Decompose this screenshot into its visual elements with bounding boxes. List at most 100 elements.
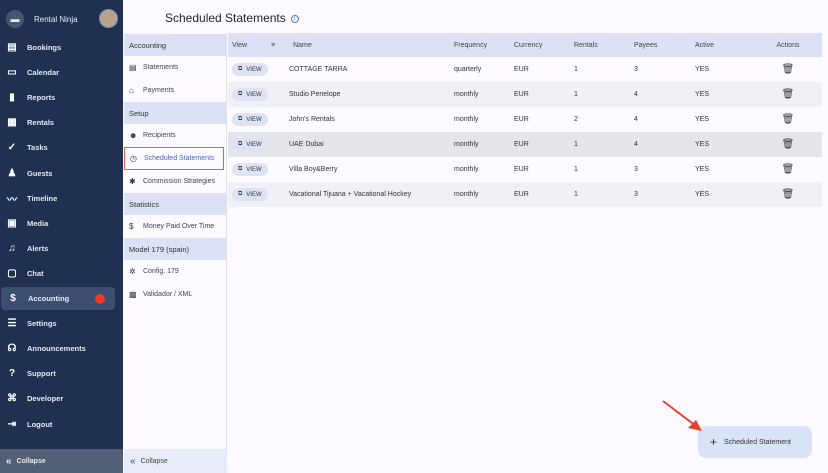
- header-label: Actions: [776, 41, 800, 49]
- nav-item-timeline[interactable]: 〰 Timeline: [0, 187, 123, 210]
- nav-item-calendar[interactable]: ▭ Calendar: [0, 61, 123, 84]
- nav-item-settings[interactable]: ☰ Settings: [0, 312, 123, 335]
- nav-label: Rentals: [27, 118, 55, 128]
- submenu-item-config-179[interactable]: ✲ Config. 179: [124, 260, 226, 283]
- open-external-icon: ⧉: [238, 116, 243, 122]
- column-header: Rentals: [574, 42, 634, 49]
- settings-icon: ☰: [7, 318, 17, 330]
- payments-icon: ⌂: [129, 86, 134, 95]
- nav-item-support[interactable]: ? Support: [0, 362, 123, 385]
- accounting-icon: $: [10, 293, 16, 304]
- validador-xml-icon: ▩: [129, 290, 137, 299]
- developer-icon: ⌘: [7, 393, 17, 405]
- table-row[interactable]: ⧉ VIEW COTTAGE TARRA quarterly EUR 1 3 YES 🗑: [228, 57, 822, 82]
- nav-item-announcements[interactable]: ☊ Announcements: [0, 337, 123, 360]
- collapse-label: Collapse: [16, 457, 46, 465]
- table-cell: monthly: [454, 116, 479, 123]
- nav-item-bookings[interactable]: ▤ Bookings: [0, 36, 123, 59]
- table-cell: Studio Penelope: [289, 91, 341, 98]
- view-button[interactable]: ⧉ VIEW: [232, 88, 268, 101]
- delete-trash-icon[interactable]: 🗑: [782, 89, 795, 100]
- table-row[interactable]: ⧉ VIEW Villa Boy&Berry monthly EUR 1 3 YES 🗑: [228, 157, 822, 182]
- nav-item-guests[interactable]: ♟ Guests: [0, 162, 123, 185]
- view-label: VIEW: [246, 116, 262, 123]
- nav-item-chat[interactable]: ▢ Chat: [0, 262, 123, 285]
- view-button[interactable]: ⧉ VIEW: [232, 63, 268, 76]
- info-icon[interactable]: i: [290, 14, 299, 23]
- chevrons-left-icon: «: [130, 455, 136, 467]
- table-row[interactable]: ⧉ VIEW Vacational Tijuana + Vacational Hoc…: [228, 182, 822, 207]
- submenu-label: Money Paid Over Time: [143, 223, 215, 230]
- nav-item-media[interactable]: ▣ Media: [0, 212, 123, 235]
- chat-icon: ▢: [7, 267, 17, 279]
- view-button[interactable]: ⧉ VIEW: [232, 163, 268, 176]
- submenu-collapse-button[interactable]: « Collapse: [124, 449, 227, 473]
- nav-item-developer[interactable]: ⌘ Developer: [0, 387, 123, 410]
- submenu-item-commission-strategies[interactable]: ✱ Commission Strategies: [124, 170, 226, 193]
- delete-trash-icon[interactable]: 🗑: [782, 164, 795, 175]
- delete-trash-icon[interactable]: 🗑: [782, 114, 795, 125]
- delete-trash-icon[interactable]: 🗑: [782, 64, 795, 75]
- table-cell: 4: [634, 91, 638, 98]
- nav-label: Logout: [27, 419, 53, 429]
- nav-item-reports[interactable]: ▮ Reports: [0, 86, 123, 109]
- view-button[interactable]: ⧉ VIEW: [232, 138, 268, 151]
- table-cell: monthly: [454, 141, 479, 148]
- open-external-icon: ⧉: [238, 166, 243, 172]
- table-cell: EUR: [514, 166, 529, 173]
- support-icon: ?: [8, 368, 16, 380]
- user-avatar[interactable]: [99, 9, 118, 28]
- sidebar-collapse-button[interactable]: « Collapse: [0, 449, 123, 473]
- header-label: Payees: [634, 41, 658, 49]
- scheduled-statements-table: View ≡ Name Frequency Currency Rentals Payees A…: [228, 33, 822, 207]
- table-cell: 1: [574, 91, 578, 98]
- fab-label: Scheduled Statement: [724, 438, 791, 446]
- submenu-item-money-paid-over-time[interactable]: $ Money Paid Over Time: [124, 215, 226, 238]
- table-cell: quarterly: [454, 66, 482, 73]
- table-cell: EUR: [514, 191, 529, 198]
- submenu-item-payments[interactable]: ⌂ Payments: [124, 79, 226, 102]
- submenu-item-statements[interactable]: ▤ Statements: [124, 56, 226, 79]
- add-scheduled-statement-button[interactable]: + Scheduled Statement: [698, 426, 812, 458]
- nav-label: Accounting: [28, 294, 70, 303]
- submenu-item-recipients[interactable]: ☻ Recipients: [124, 124, 226, 147]
- header-label: Name: [293, 41, 312, 49]
- scheduled-statements-icon: ◷: [130, 154, 137, 163]
- table-cell: 1: [574, 66, 578, 73]
- nav-label: Calendar: [27, 68, 60, 78]
- rental-ninja-logo-icon: ▬: [6, 10, 24, 28]
- media-icon: ▣: [7, 217, 17, 229]
- submenu-item-scheduled-statements[interactable]: ◷ Scheduled Statements: [124, 147, 224, 170]
- view-label: VIEW: [246, 66, 262, 73]
- commission-strategies-icon: ✱: [129, 177, 136, 186]
- nav-item-accounting[interactable]: $ Accounting: [1, 287, 115, 310]
- accounting-submenu: Accounting ▤ Statements ⌂ Payments Setup ☻ Reci…: [124, 34, 227, 473]
- table-cell: EUR: [514, 141, 529, 148]
- table-cell: YES: [695, 141, 710, 148]
- filter-icon[interactable]: ≡: [271, 42, 275, 49]
- column-header[interactable]: ≡ Name: [271, 41, 454, 49]
- nav-label: Chat: [27, 268, 44, 278]
- config-179-icon: ✲: [129, 267, 136, 276]
- table-row[interactable]: ⧉ VIEW Studio Penelope monthly EUR 1 4 YES 🗑: [228, 82, 822, 107]
- nav-item-rentals[interactable]: ▦ Rentals: [0, 111, 123, 134]
- nav-item-tasks[interactable]: ✓ Tasks: [0, 136, 123, 159]
- view-button[interactable]: ⧉ VIEW: [232, 188, 268, 201]
- tasks-icon: ✓: [7, 142, 17, 154]
- submenu-item-validador-xml[interactable]: ▩ Validador / XML: [124, 283, 226, 306]
- view-label: VIEW: [246, 166, 262, 173]
- view-button[interactable]: ⧉ VIEW: [232, 113, 268, 126]
- delete-trash-icon[interactable]: 🗑: [782, 189, 795, 200]
- nav-item-logout[interactable]: ⇥ Logout: [0, 413, 123, 436]
- column-header: Active: [695, 42, 758, 49]
- calendar-icon: ▭: [7, 67, 17, 79]
- header-label: Active: [695, 41, 715, 49]
- table-cell: YES: [695, 191, 710, 198]
- delete-trash-icon[interactable]: 🗑: [782, 139, 795, 150]
- nav-item-alerts[interactable]: ♫ Alerts: [0, 237, 123, 260]
- submenu-section-model-179-spain-: Model 179 (spain): [124, 238, 226, 260]
- table-row[interactable]: ⧉ VIEW John's Rentals monthly EUR 2 4 YES 🗑: [228, 107, 822, 132]
- table-row[interactable]: ⧉ VIEW UAE Dubai monthly EUR 1 4 YES 🗑: [228, 132, 822, 157]
- view-label: VIEW: [246, 141, 262, 148]
- guests-icon: ♟: [7, 167, 17, 179]
